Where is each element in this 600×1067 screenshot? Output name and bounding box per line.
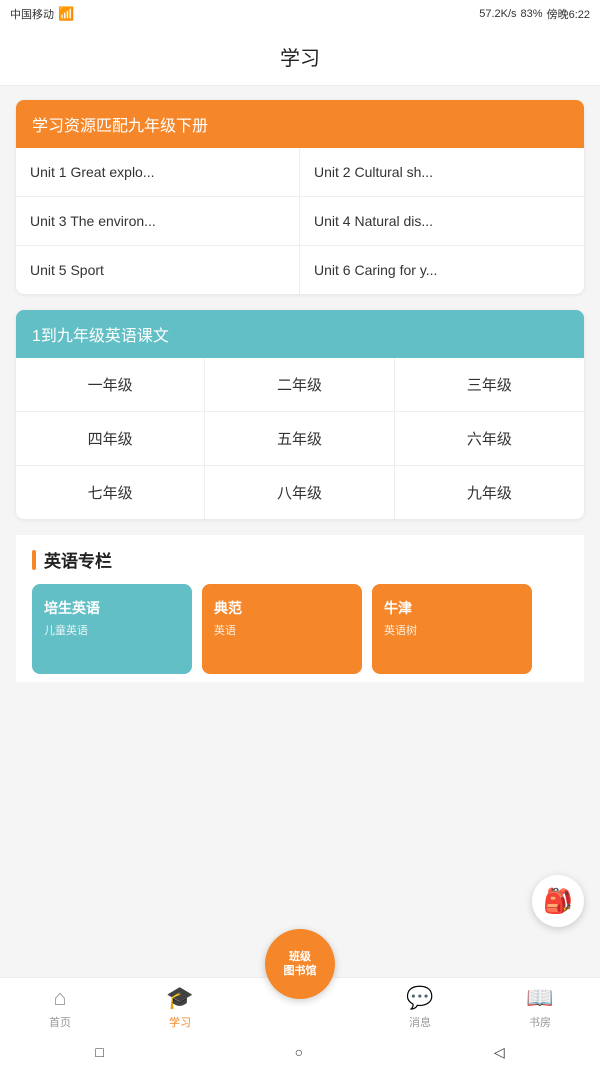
banner-classic[interactable]: 典范 英语 — [202, 584, 362, 674]
message-icon: 💬 — [406, 985, 433, 1011]
unit-6-cell[interactable]: Unit 6 Caring for y... — [300, 246, 584, 294]
banner-oxford-title: 牛津 — [384, 598, 520, 618]
units-section-header: 学习资源匹配九年级下册 — [16, 100, 584, 148]
android-recent-button[interactable]: □ — [75, 1040, 123, 1064]
grades-section: 1到九年级英语课文 一年级 二年级 三年级 四年级 五年级 六年级 七年级 八年… — [16, 310, 584, 519]
battery-label: 83% — [521, 8, 543, 20]
status-bar: 中国移动 📶 57.2K/s 83% 傍晚6:22 — [0, 0, 600, 28]
page-title: 学习 — [280, 48, 320, 70]
grade-8-cell[interactable]: 八年级 — [205, 466, 394, 519]
banner-classic-sub: 英语 — [214, 622, 350, 638]
class-library-label1: 班级 — [289, 950, 311, 964]
grade-3-cell[interactable]: 三年级 — [395, 358, 584, 412]
unit-4-cell[interactable]: Unit 4 Natural dis... — [300, 197, 584, 246]
main-content: 学习资源匹配九年级下册 Unit 1 Great explo... Unit 2… — [0, 86, 600, 802]
grade-9-cell[interactable]: 九年级 — [395, 466, 584, 519]
nav-home[interactable]: ⌂ 首页 — [0, 985, 120, 1030]
floating-bag-button[interactable]: 🎒 — [532, 875, 584, 927]
carrier-label: 中国移动 — [10, 6, 54, 22]
android-home-button[interactable]: ○ — [275, 1040, 323, 1064]
grades-section-header: 1到九年级英语课文 — [16, 310, 584, 358]
banner-classic-title: 典范 — [214, 598, 350, 618]
units-grid: Unit 1 Great explo... Unit 2 Cultural sh… — [16, 148, 584, 294]
class-library-button[interactable]: 班级 图书馆 — [265, 929, 335, 999]
android-nav-bar: □ ○ ◁ — [0, 1037, 600, 1067]
study-icon: 🎓 — [166, 985, 193, 1011]
grade-7-cell[interactable]: 七年级 — [16, 466, 205, 519]
library-icon: 📖 — [526, 985, 553, 1011]
speed-label: 57.2K/s — [479, 8, 516, 20]
android-back-button[interactable]: ◁ — [474, 1040, 525, 1065]
nav-message[interactable]: 💬 消息 — [360, 985, 480, 1030]
banner-oxford-sub: 英语树 — [384, 622, 520, 638]
unit-5-cell[interactable]: Unit 5 Sport — [16, 246, 300, 294]
grade-4-cell[interactable]: 四年级 — [16, 412, 205, 466]
banner-pearson-title: 培生英语 — [44, 598, 180, 618]
english-banners: 培生英语 儿童英语 典范 英语 牛津 英语树 — [32, 584, 568, 674]
banner-oxford[interactable]: 牛津 英语树 — [372, 584, 532, 674]
banner-pearson-sub: 儿童英语 — [44, 622, 180, 638]
grade-6-cell[interactable]: 六年级 — [395, 412, 584, 466]
grade-1-cell[interactable]: 一年级 — [16, 358, 205, 412]
banner-pearson[interactable]: 培生英语 儿童英语 — [32, 584, 192, 674]
grades-grid: 一年级 二年级 三年级 四年级 五年级 六年级 七年级 八年级 九年级 — [16, 358, 584, 519]
nav-study[interactable]: 🎓 学习 — [120, 985, 240, 1030]
nav-study-label: 学习 — [169, 1014, 191, 1030]
unit-2-cell[interactable]: Unit 2 Cultural sh... — [300, 148, 584, 197]
class-library-label2: 图书馆 — [284, 964, 317, 978]
signal-icon: 📶 — [58, 6, 74, 22]
home-icon: ⌂ — [53, 985, 66, 1011]
time-label: 傍晚6:22 — [547, 6, 590, 22]
english-section-title: 英语专栏 — [32, 547, 568, 572]
nav-message-label: 消息 — [409, 1014, 431, 1030]
grade-2-cell[interactable]: 二年级 — [205, 358, 394, 412]
units-section: 学习资源匹配九年级下册 Unit 1 Great explo... Unit 2… — [16, 100, 584, 294]
unit-3-cell[interactable]: Unit 3 The environ... — [16, 197, 300, 246]
unit-1-cell[interactable]: Unit 1 Great explo... — [16, 148, 300, 197]
english-section: 英语专栏 培生英语 儿童英语 典范 英语 牛津 英语树 — [16, 535, 584, 682]
page-header: 学习 — [0, 28, 600, 86]
nav-home-label: 首页 — [49, 1014, 71, 1030]
grade-5-cell[interactable]: 五年级 — [205, 412, 394, 466]
nav-library[interactable]: 📖 书房 — [480, 985, 600, 1030]
nav-library-label: 书房 — [529, 1014, 551, 1030]
